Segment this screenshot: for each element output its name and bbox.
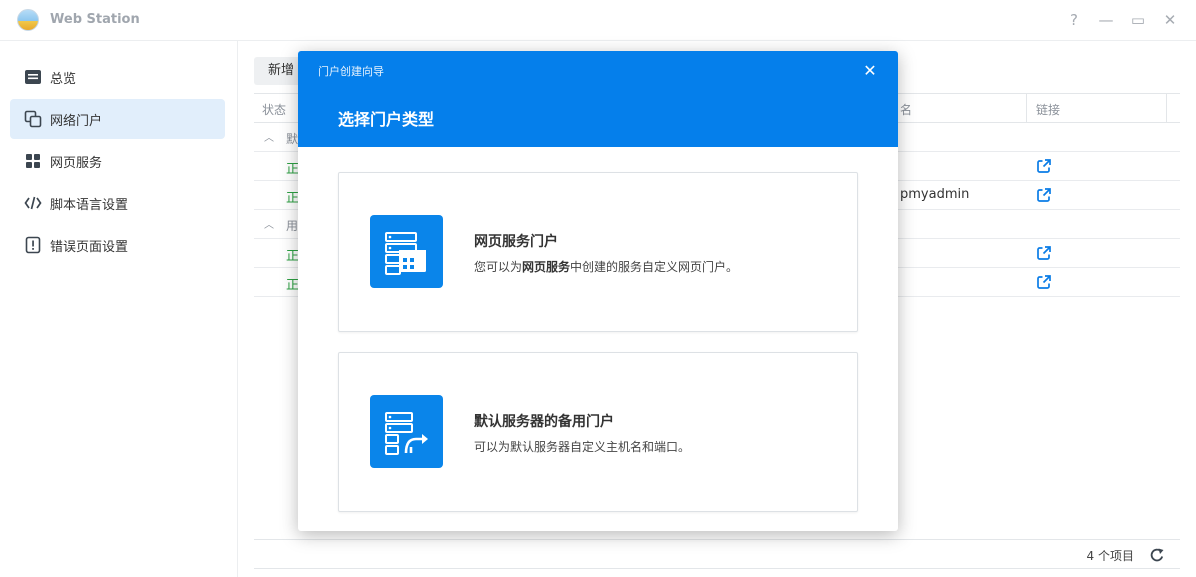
sidebar-item-script-language[interactable]: 脚本语言设置 [10,183,225,223]
sidebar-item-web-service[interactable]: 网页服务 [10,141,225,181]
alternate-portal-icon [370,395,443,468]
maximize-icon[interactable]: ▭ [1127,9,1149,31]
minimize-icon[interactable]: — [1095,9,1117,31]
sidebar-item-label: 脚本语言设置 [50,198,129,213]
web-station-logo-icon [17,9,39,31]
sidebar-item-overview[interactable]: 总览 [10,57,225,97]
column-divider [1026,94,1027,122]
refresh-icon[interactable] [1148,546,1166,564]
code-icon [24,196,42,210]
portal-name: pmyadmin [900,187,970,202]
external-link-icon[interactable] [1036,158,1052,174]
option-description: 您可以为网页服务中创建的服务自定义网页门户。 [474,260,739,274]
chevron-up-icon[interactable]: ︿ [264,129,274,144]
sidebar-item-label: 网页服务 [50,156,103,171]
sidebar-item-label: 错误页面设置 [50,240,129,255]
web-portal-icon [24,110,42,128]
error-page-icon [25,236,41,254]
option-default-server-alternate-portal[interactable]: 默认服务器的备用门户 可以为默认服务器自定义主机名和端口。 [338,352,858,512]
title-bar: Web Station ? — ▭ ✕ [0,0,1196,41]
close-window-icon[interactable]: ✕ [1159,9,1181,31]
external-link-icon[interactable] [1036,187,1052,203]
group-label: 默 [286,132,299,146]
column-header-name[interactable]: 名 [900,101,912,118]
wizard-title: 门户创建向导 [318,65,384,78]
overview-icon [25,70,41,84]
external-link-icon[interactable] [1036,245,1052,261]
column-header-status[interactable]: 状态 [262,101,286,118]
group-label: 用 [286,219,299,233]
column-divider [1166,94,1167,122]
sidebar-item-error-page[interactable]: 错误页面设置 [10,225,225,265]
web-service-icon [26,154,40,168]
option-web-service-portal[interactable]: 网页服务门户 您可以为网页服务中创建的服务自定义网页门户。 [338,172,858,332]
sidebar-item-label: 总览 [50,72,77,87]
close-icon[interactable]: ✕ [860,61,880,81]
item-count: 4 个项目 [1086,549,1134,563]
external-link-icon[interactable] [1036,274,1052,290]
sidebar-item-web-portal[interactable]: 网络门户 [10,99,225,139]
wizard-step-title: 选择门户类型 [338,110,435,129]
column-header-link[interactable]: 链接 [1036,101,1060,118]
web-service-portal-icon [370,215,443,288]
chevron-up-icon[interactable]: ︿ [264,216,274,231]
sidebar-item-label: 网络门户 [50,114,103,129]
option-title: 默认服务器的备用门户 [474,414,614,430]
option-description: 可以为默认服务器自定义主机名和端口。 [474,440,691,454]
portal-creation-wizard: 门户创建向导 ✕ 选择门户类型 网页服务门户 您可以为网页服务中创建的服务自定义… [298,51,898,531]
sidebar: 总览 网络门户 网页服务 脚本语言设置 错误页面设置 [0,41,238,577]
option-title: 网页服务门户 [474,234,558,250]
help-icon[interactable]: ? [1063,9,1085,31]
wizard-header: 门户创建向导 ✕ 选择门户类型 [298,51,898,147]
table-footer: 4 个项目 [254,539,1180,569]
app-title: Web Station [50,12,140,27]
